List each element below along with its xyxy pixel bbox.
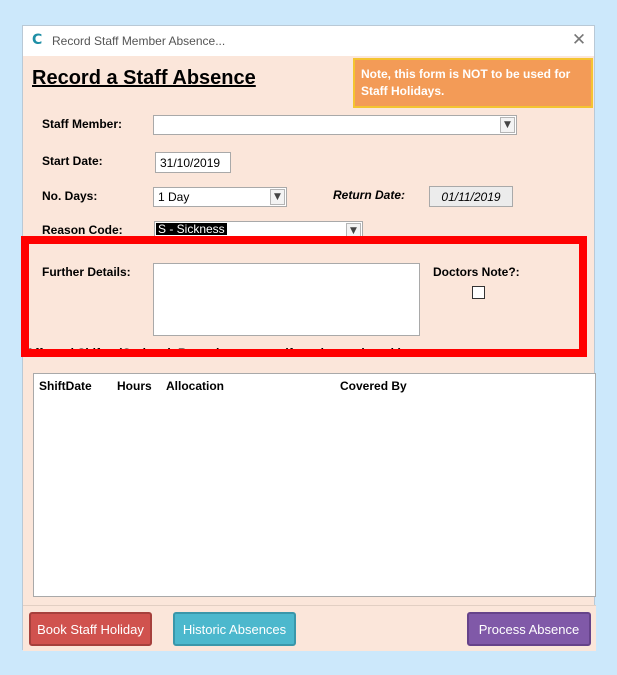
start-date-label: Start Date:: [42, 154, 103, 168]
staff-member-label: Staff Member:: [42, 117, 123, 131]
chevron-down-icon[interactable]: ▼: [270, 189, 285, 205]
no-days-select[interactable]: 1 Day ▼: [153, 187, 287, 207]
return-date-label: Return Date:: [333, 188, 406, 202]
chevron-down-icon[interactable]: ▼: [500, 117, 515, 133]
col-header-shiftdate[interactable]: ShiftDate: [39, 379, 92, 393]
close-icon[interactable]: ✕: [570, 30, 588, 50]
highlight-annotation-box: [21, 236, 587, 357]
col-header-hours[interactable]: Hours: [117, 379, 152, 393]
reason-code-value: S - Sickness: [156, 222, 227, 236]
col-header-covered-by[interactable]: Covered By: [340, 379, 407, 393]
return-date-value: 01/11/2019: [429, 186, 513, 207]
title-bar: C Record Staff Member Absence... ✕: [23, 26, 594, 56]
app-logo-icon: C: [32, 32, 43, 48]
holiday-warning-note: Note, this form is NOT to be used for St…: [353, 58, 593, 108]
window-title: Record Staff Member Absence...: [52, 34, 226, 48]
shifts-grid[interactable]: ShiftDate Hours Allocation Covered By: [33, 373, 596, 597]
historic-absences-button[interactable]: Historic Absences: [173, 612, 296, 646]
no-days-value: 1 Day: [158, 190, 190, 204]
start-date-input[interactable]: 31/10/2019: [155, 152, 231, 173]
footer-bar: Book Staff Holiday Historic Absences Pro…: [23, 605, 596, 651]
form-heading: Record a Staff Absence: [32, 67, 256, 89]
col-header-allocation[interactable]: Allocation: [166, 379, 224, 393]
no-days-label: No. Days:: [42, 189, 98, 203]
process-absence-button[interactable]: Process Absence: [467, 612, 591, 646]
reason-code-label: Reason Code:: [42, 223, 123, 237]
staff-member-select[interactable]: ▼: [153, 115, 517, 135]
book-staff-holiday-button[interactable]: Book Staff Holiday: [29, 612, 152, 646]
